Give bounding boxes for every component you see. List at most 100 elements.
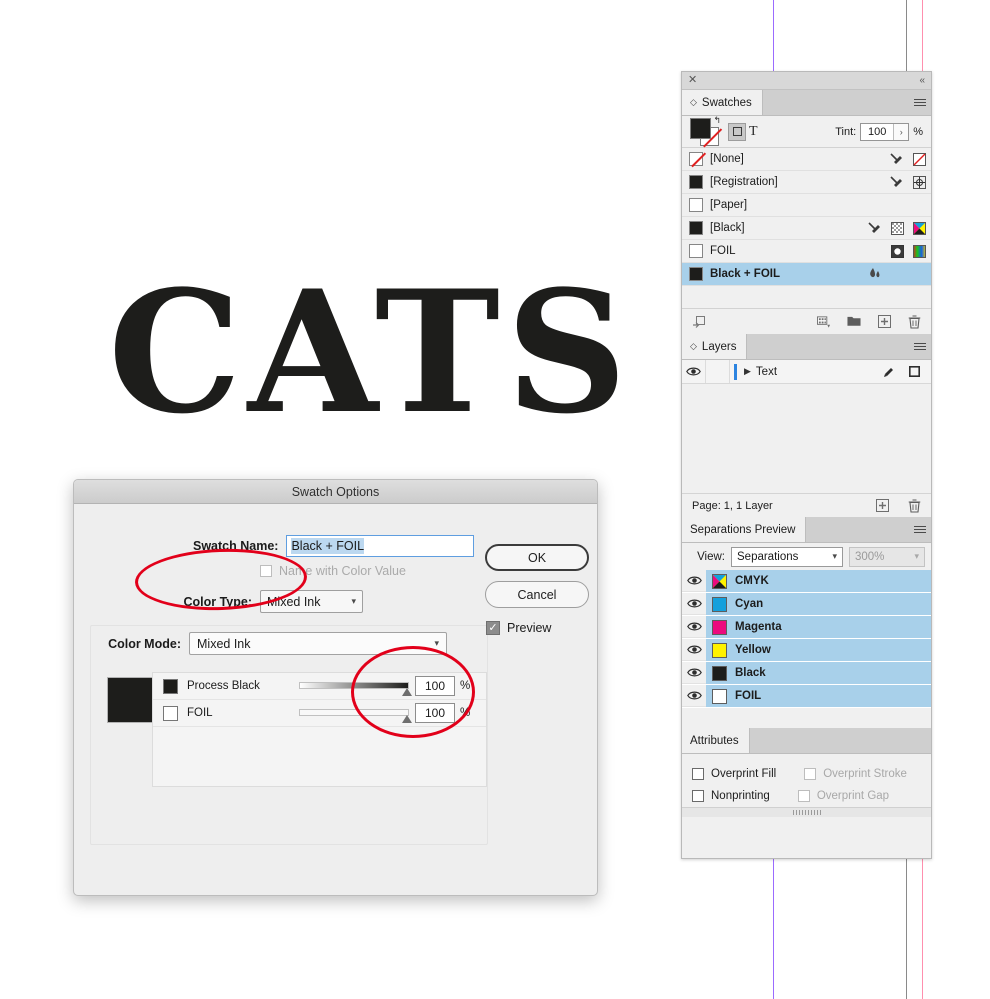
tabbar-filler [762, 90, 909, 115]
swatch-name: [Registration] [710, 176, 778, 188]
swatch-chip [689, 244, 703, 258]
apply-to-text-icon[interactable]: T [749, 124, 758, 140]
delete-layer-icon[interactable] [907, 498, 921, 513]
ink-name: Process Black [187, 680, 260, 692]
show-all-swatches-icon[interactable] [692, 315, 706, 329]
swatch-row-black-plus-foil[interactable]: Black + FOIL [682, 263, 931, 286]
dock-resize-gripper[interactable] [682, 807, 931, 817]
tab-layers[interactable]: ◇ Layers [682, 334, 748, 359]
target-square-icon[interactable] [907, 365, 921, 379]
new-swatch-folder-icon[interactable] [847, 315, 861, 329]
preview-label: Preview [507, 621, 552, 635]
layer-color-indicator [734, 363, 737, 380]
collapse-panel-icon[interactable]: « [919, 75, 925, 86]
mixed-ink-icon [868, 267, 882, 281]
layer-name-cell[interactable]: ▶ Text [744, 366, 881, 378]
overprint-fill-label: Overprint Fill [711, 768, 777, 780]
chevron-down-icon: ▾ [914, 551, 919, 561]
swatches-panel: ◇ Swatches ↰ T Tint: 100 › % [None] [Reg… [682, 90, 931, 334]
layer-row-text[interactable]: ▶ Text [682, 360, 931, 384]
layers-panel-menu-icon[interactable] [909, 334, 931, 359]
overprint-fill-checkbox[interactable] [692, 768, 704, 780]
swatches-toolstrip: ↰ T Tint: 100 › % [682, 115, 931, 148]
layers-tabbar: ◇ Layers [682, 334, 931, 360]
eye-icon[interactable] [682, 662, 706, 684]
separations-panel-menu-icon[interactable] [909, 517, 931, 542]
apply-to-frame-icon[interactable] [728, 122, 746, 141]
separation-chip [712, 596, 727, 612]
ink-drop-slash-icon [890, 175, 904, 189]
cancel-button[interactable]: Cancel [485, 581, 589, 608]
close-icon[interactable]: ✕ [688, 75, 697, 86]
separation-row-yellow[interactable]: Yellow [682, 639, 931, 662]
swatches-tabbar: ◇ Swatches [682, 90, 931, 116]
fill-stroke-proxy[interactable]: ↰ [690, 115, 721, 146]
separations-empty-area [682, 708, 931, 728]
eye-icon[interactable] [682, 593, 706, 615]
swatch-row-none[interactable]: [None] [682, 148, 931, 171]
separation-row-foil[interactable]: FOIL [682, 685, 931, 708]
separation-row-cmyk[interactable]: CMYK [682, 570, 931, 593]
tab-swatches[interactable]: ◇ Swatches [682, 90, 763, 115]
preview-checkbox[interactable]: ✓ [486, 621, 500, 635]
separation-row-black[interactable]: Black [682, 662, 931, 685]
layers-empty-area [682, 384, 931, 493]
swatch-row-foil[interactable]: FOIL [682, 240, 931, 263]
ink-limit-value: 300% [855, 550, 885, 563]
swatch-name-input[interactable]: Black + FOIL [286, 535, 474, 557]
tabbar-filler [749, 728, 931, 753]
nonprinting-checkbox[interactable] [692, 790, 704, 802]
tint-value: 100 [868, 125, 887, 138]
tab-attributes[interactable]: Attributes [682, 728, 750, 753]
layer-name: Text [755, 365, 778, 378]
preview-option[interactable]: ✓ Preview [486, 621, 551, 635]
swap-fill-stroke-icon[interactable]: ↰ [713, 115, 721, 126]
ink-limit-select: 300% ▾ [849, 546, 925, 567]
color-preview-swatch [107, 677, 153, 723]
separation-chip [712, 688, 727, 704]
tab-attributes-label: Attributes [690, 734, 739, 747]
separation-name: FOIL [735, 690, 762, 702]
tint-control: Tint: 100 › % [835, 122, 923, 141]
swatches-footer [682, 308, 931, 334]
tab-separations-preview[interactable]: Separations Preview [682, 517, 807, 542]
tint-grid-icon [890, 221, 904, 235]
swatch-row-registration[interactable]: [Registration] [682, 171, 931, 194]
spot-color-icon [890, 244, 904, 258]
new-layer-icon[interactable] [875, 499, 889, 513]
chevron-right-icon[interactable]: › [893, 123, 909, 140]
swatch-row-black[interactable]: [Black] [682, 217, 931, 240]
new-color-group-icon[interactable] [817, 315, 831, 329]
swatches-panel-menu-icon[interactable] [909, 90, 931, 115]
eye-icon[interactable] [682, 570, 706, 592]
artwork-text[interactable]: CATS [108, 268, 633, 436]
nonprinting-option[interactable]: Nonprinting [692, 790, 770, 802]
none-square-icon [912, 152, 926, 166]
swatch-name: [Black] [710, 222, 745, 234]
separation-row-cyan[interactable]: Cyan [682, 593, 931, 616]
lock-toggle[interactable] [706, 360, 730, 383]
overprint-fill-option[interactable]: Overprint Fill [692, 768, 776, 780]
eye-icon[interactable] [682, 685, 706, 707]
ink-drop-slash-icon [890, 152, 904, 166]
overprint-stroke-label: Overprint Stroke [823, 768, 907, 780]
tint-percent-label: % [913, 125, 923, 138]
separation-name: Magenta [735, 621, 782, 633]
new-swatch-icon[interactable] [877, 315, 891, 329]
view-select[interactable]: Separations ▾ [731, 546, 843, 567]
eye-icon[interactable] [682, 639, 706, 661]
tint-input[interactable]: 100 › [860, 122, 910, 141]
separation-row-magenta[interactable]: Magenta [682, 616, 931, 639]
swatch-row-paper[interactable]: [Paper] [682, 194, 931, 217]
delete-swatch-icon[interactable] [907, 314, 921, 329]
fill-swatch[interactable] [690, 118, 711, 139]
overprint-stroke-option: Overprint Stroke [804, 768, 907, 780]
chevron-right-icon[interactable]: ▶ [744, 366, 751, 377]
ok-button[interactable]: OK [485, 544, 589, 571]
dialog-title: Swatch Options [74, 480, 597, 504]
eye-icon[interactable] [682, 616, 706, 638]
chevron-down-icon: ▾ [832, 551, 837, 561]
ink-chip [163, 678, 178, 694]
swatches-empty-area [682, 286, 931, 308]
eye-icon[interactable] [682, 360, 706, 383]
